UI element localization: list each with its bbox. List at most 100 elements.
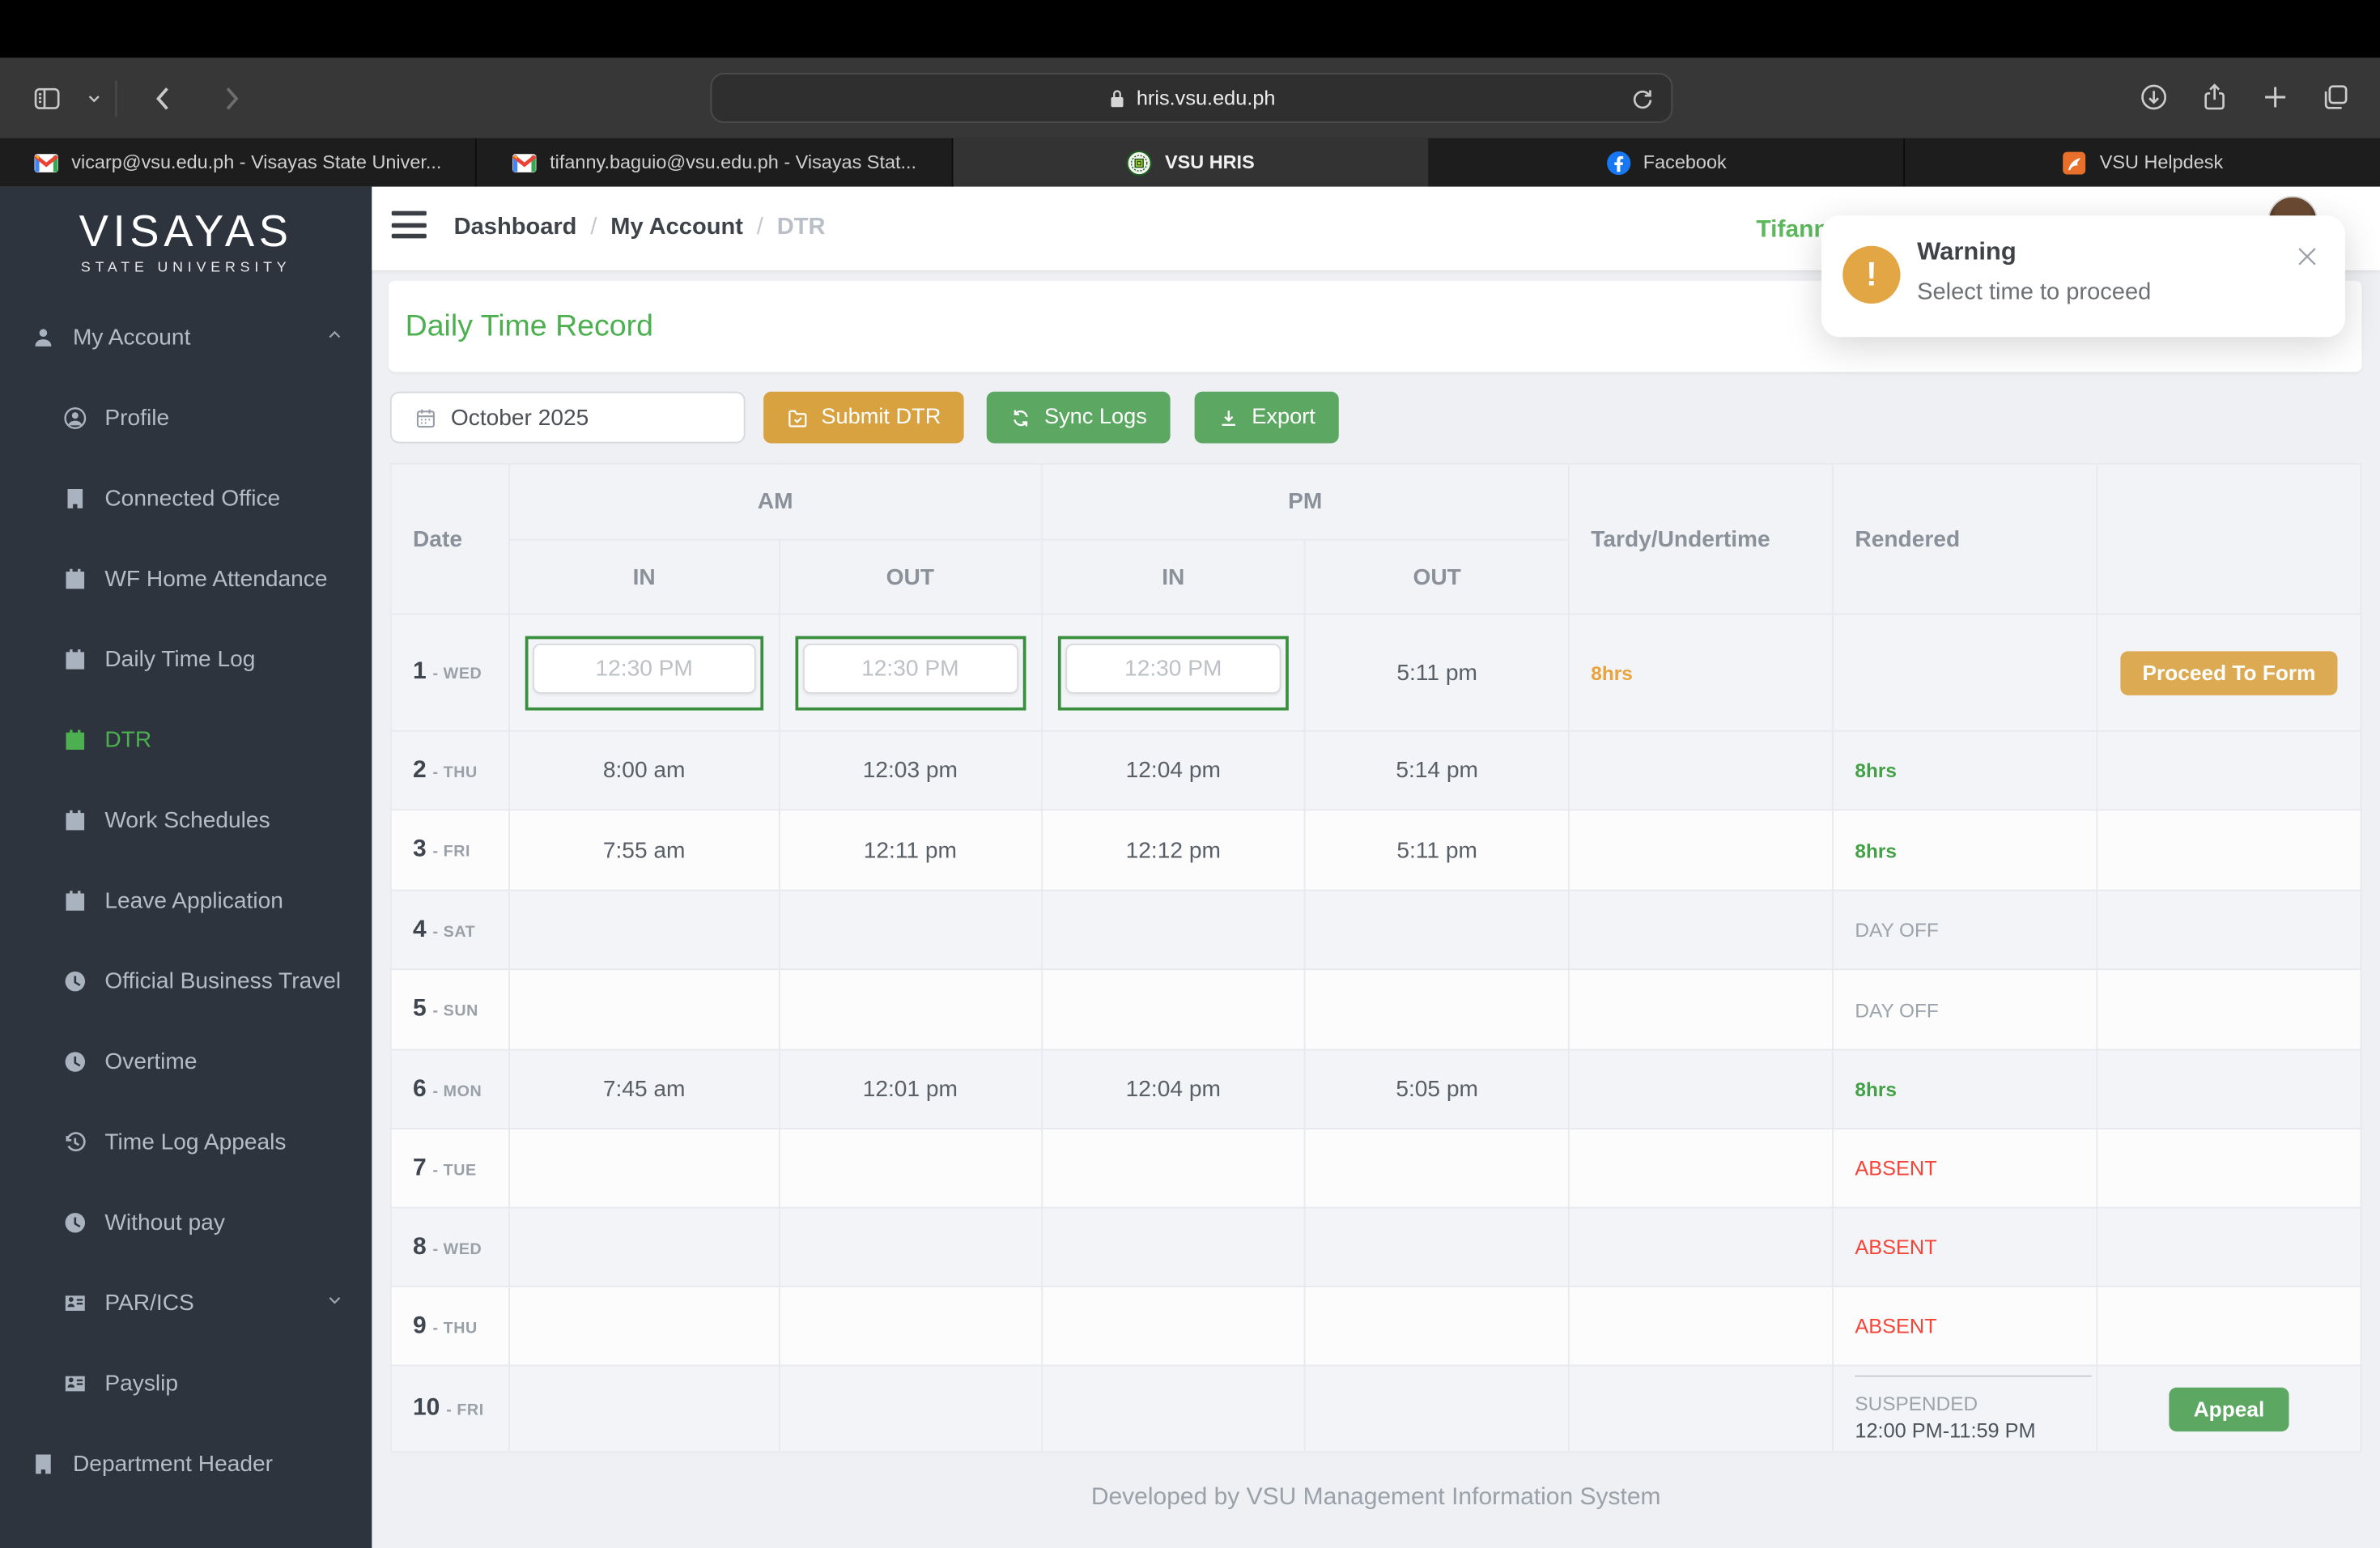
sidebar-item-my-account[interactable]: My Account bbox=[0, 298, 372, 378]
sidebar-chevron-down-icon[interactable] bbox=[85, 81, 104, 114]
tardy-cell bbox=[1568, 1206, 1834, 1287]
rendered-cell bbox=[1832, 613, 2098, 732]
user-circle-icon bbox=[62, 406, 88, 432]
sidebar-item-label: Department Header bbox=[73, 1451, 274, 1478]
pm-in-cell bbox=[1040, 889, 1307, 971]
date-cell: 7 - TUE bbox=[389, 1128, 510, 1209]
sidebar-item-label: Profile bbox=[104, 405, 170, 432]
date-cell: 4 - SAT bbox=[389, 889, 510, 971]
month-picker[interactable] bbox=[389, 391, 746, 444]
browser-tab-3[interactable]: VSU HRIS bbox=[953, 138, 1429, 187]
date-cell: 8 - WED bbox=[389, 1206, 510, 1287]
tardy-cell bbox=[1568, 729, 1834, 811]
sidebar-item-payslip[interactable]: Payslip bbox=[0, 1343, 372, 1423]
rendered-value: ABSENT bbox=[1855, 1156, 1937, 1180]
table-row-day-8: 8 - WED ABSENT bbox=[389, 1206, 2362, 1287]
date-cell: 9 - THU bbox=[389, 1286, 510, 1367]
rendered-value: DAY OFF bbox=[1855, 997, 1939, 1021]
rendered-cell: ABSENT bbox=[1832, 1286, 2098, 1367]
am-out-cell bbox=[778, 1206, 1043, 1287]
sidebar-item-label: WF Home Attendance bbox=[104, 566, 328, 593]
vsu-logo: VISAYAS STATE UNIVERSITY bbox=[0, 187, 372, 298]
table-row-day-10: 10 - FRI SUSPENDED 12:00 PM-11:59 PM Appeal bbox=[389, 1364, 2362, 1453]
pm-in-input-frame bbox=[1057, 635, 1290, 710]
date-day: - WED bbox=[432, 1239, 482, 1258]
share-icon[interactable] bbox=[2198, 80, 2231, 113]
browser-tab-5[interactable]: VSU Helpdesk bbox=[1905, 138, 2380, 187]
table-row-day-5: 5 - SUN DAY OFF bbox=[389, 968, 2362, 1051]
browser-tab-2[interactable]: tifanny.baguio@vsu.edu.ph - Visayas Stat… bbox=[476, 138, 954, 187]
date-number: 9 bbox=[413, 1312, 427, 1338]
submit-dtr-button[interactable]: Submit DTR bbox=[763, 391, 964, 444]
date-number: 1 bbox=[413, 658, 427, 685]
col-header-pm-in: IN bbox=[1040, 538, 1307, 615]
suspended-time: 12:00 PM-11:59 PM bbox=[1855, 1419, 2036, 1443]
action-cell: Proceed To Form bbox=[2096, 613, 2362, 732]
sidebar-item-label: My Account bbox=[73, 325, 191, 351]
rendered-value: 8hrs bbox=[1855, 838, 1897, 862]
breadcrumb-my-account[interactable]: My Account bbox=[610, 214, 743, 241]
pm-in-cell bbox=[1040, 1128, 1307, 1209]
table-row-day-3: 3 - FRI 7:55 am 12:11 pm 12:12 pm 5:11 pm 8hr… bbox=[389, 809, 2362, 891]
sidebar-toggle-icon[interactable] bbox=[31, 81, 64, 114]
page-title: Daily Time Record bbox=[405, 308, 653, 342]
chevron-down-icon bbox=[325, 1291, 344, 1316]
sidebar-item-label: Work Schedules bbox=[104, 807, 270, 834]
pm-out-cell bbox=[1304, 1206, 1570, 1287]
close-icon[interactable] bbox=[2293, 243, 2321, 270]
sidebar-item-overtime[interactable]: Overtime bbox=[0, 1022, 372, 1102]
vsu-seal-icon bbox=[1127, 149, 1153, 176]
address-bar[interactable]: hris.vsu.edu.ph bbox=[710, 73, 1673, 123]
action-cell: Appeal bbox=[2096, 1364, 2362, 1453]
sidebar-item-label: Connected Office bbox=[104, 486, 281, 512]
pm-in-cell bbox=[1040, 1364, 1307, 1453]
sidebar-item-connected-office[interactable]: Connected Office bbox=[0, 458, 372, 538]
forward-button[interactable] bbox=[214, 81, 247, 114]
browser-tab-1[interactable]: vicarp@vsu.edu.ph - Visayas State Univer… bbox=[0, 138, 477, 187]
dtr-table: Date AM PM Tardy/Undertime Rendered IN O… bbox=[389, 462, 2362, 1453]
pm-out-cell bbox=[1304, 889, 1570, 971]
hamburger-menu-icon[interactable] bbox=[391, 211, 427, 245]
breadcrumb-dashboard[interactable]: Dashboard bbox=[454, 214, 577, 241]
browser-tab-4[interactable]: Facebook bbox=[1428, 138, 1906, 187]
rendered-cell: ABSENT bbox=[1832, 1206, 2098, 1287]
idcard-icon bbox=[62, 1291, 88, 1316]
sync-logs-button[interactable]: Sync Logs bbox=[986, 391, 1171, 444]
am-in-cell bbox=[508, 1286, 780, 1367]
sidebar-item-wf-home-attendance[interactable]: WF Home Attendance bbox=[0, 539, 372, 619]
clock-icon bbox=[62, 968, 88, 994]
sidebar-item-work-schedules[interactable]: Work Schedules bbox=[0, 780, 372, 861]
sidebar-item-time-log-appeals[interactable]: Time Log Appeals bbox=[0, 1102, 372, 1182]
sidebar-item-daily-time-log[interactable]: Daily Time Log bbox=[0, 619, 372, 700]
rendered-value: ABSENT bbox=[1855, 1235, 1937, 1259]
am-out-cell bbox=[778, 613, 1043, 732]
sidebar-item-official-business-travel[interactable]: Official Business Travel bbox=[0, 942, 372, 1022]
sidebar-item-without-pay[interactable]: Without pay bbox=[0, 1183, 372, 1263]
proceed-to-form-button[interactable]: Proceed To Form bbox=[2121, 650, 2337, 695]
screen: hris.vsu.edu.ph vicarp@vsu.edu.ph - Visa… bbox=[0, 0, 2380, 1548]
col-header-am: AM bbox=[508, 462, 1043, 541]
col-header-rendered: Rendered bbox=[1832, 462, 2098, 615]
export-button[interactable]: Export bbox=[1194, 391, 1339, 444]
warning-icon: ! bbox=[1842, 245, 1901, 304]
calendar-icon bbox=[62, 808, 88, 834]
action-cell bbox=[2096, 1048, 2362, 1129]
sidebar-item-leave-application[interactable]: Leave Application bbox=[0, 861, 372, 941]
user-name[interactable]: Tifann bbox=[1756, 217, 1828, 245]
appeal-button[interactable]: Appeal bbox=[2169, 1386, 2289, 1431]
sidebar-item-department-header[interactable]: Department Header bbox=[0, 1424, 372, 1504]
sidebar-item-profile[interactable]: Profile bbox=[0, 378, 372, 458]
tab-overview-icon[interactable] bbox=[2319, 80, 2352, 113]
back-button[interactable] bbox=[147, 81, 181, 114]
suspended-label: SUSPENDED bbox=[1855, 1392, 1978, 1415]
downloads-icon[interactable] bbox=[2137, 80, 2170, 113]
idcard-icon bbox=[62, 1371, 88, 1397]
new-tab-icon[interactable] bbox=[2259, 80, 2292, 113]
month-input[interactable] bbox=[450, 404, 709, 431]
am-in-time-input[interactable] bbox=[533, 643, 756, 693]
sidebar-item-dtr[interactable]: DTR bbox=[0, 700, 372, 780]
reload-icon[interactable] bbox=[1629, 85, 1656, 120]
pm-in-time-input[interactable] bbox=[1065, 643, 1282, 693]
sidebar-item-par-ics[interactable]: PAR/ICS bbox=[0, 1263, 372, 1343]
am-out-time-input[interactable] bbox=[802, 643, 1018, 693]
